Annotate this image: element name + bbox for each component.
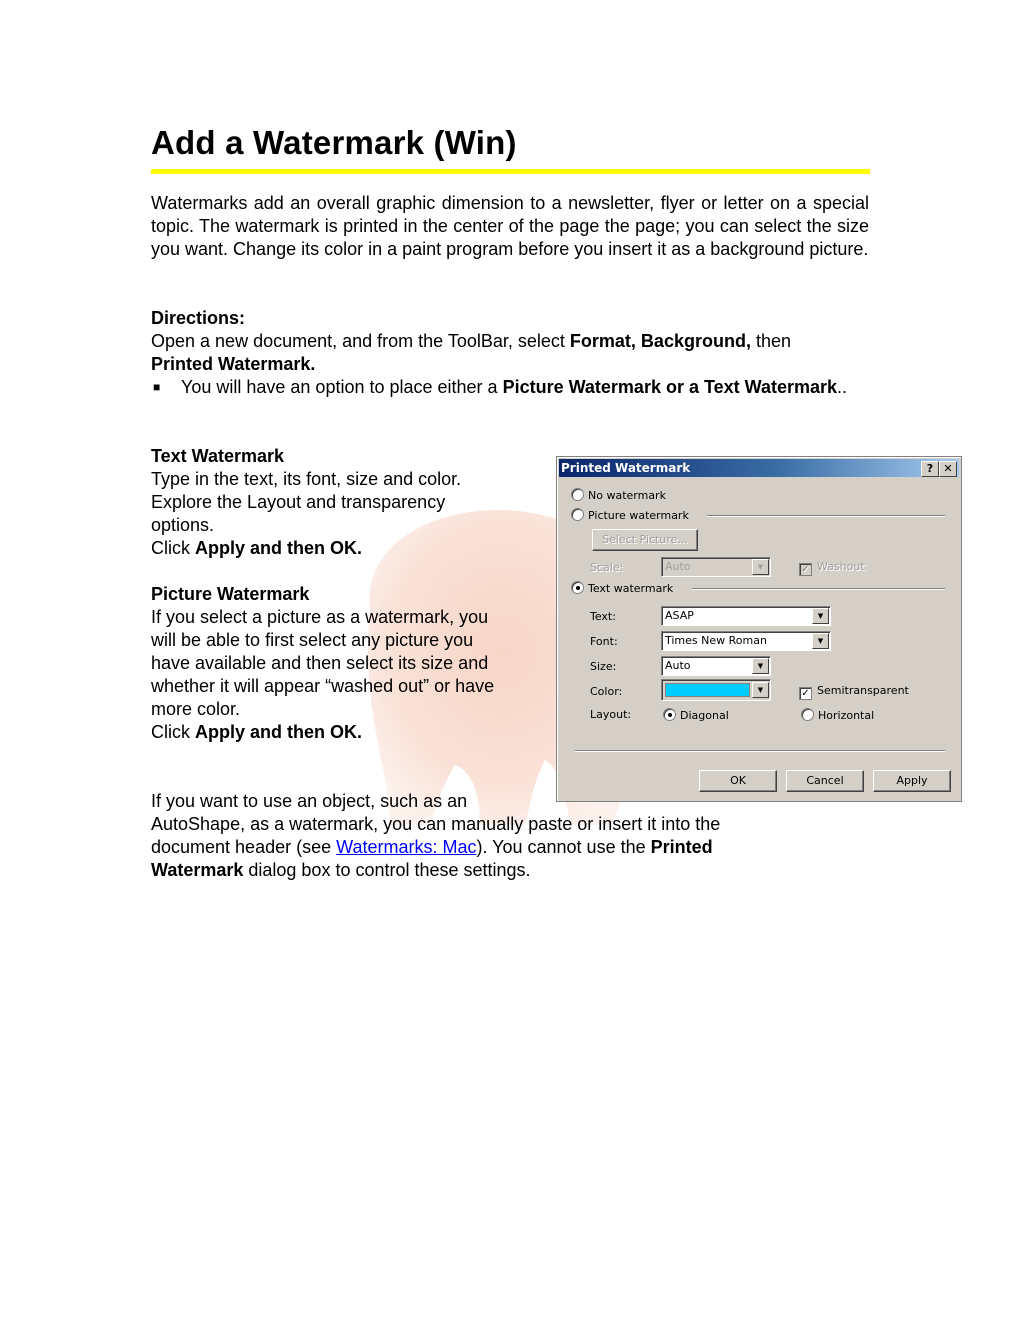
color-swatch [665,683,750,697]
picture-watermark-click-instruction: Click Apply and then OK. [151,721,546,744]
bullet-text-bold: Picture Watermark or a Text Watermark [502,377,838,397]
dropdown-arrow-icon[interactable]: ▼ [752,658,769,674]
object-watermark-note: If you want to use an object, such as an… [151,790,871,882]
picture-watermark-heading: Picture Watermark [151,584,310,604]
text-watermark-section: Text Watermark Type in the text, its fon… [151,445,546,560]
object-note-text: dialog box to control these settings. [243,860,531,880]
color-dropdown[interactable]: ▼ [661,679,771,701]
document-page: Add a Watermark (Win) Watermarks add an … [0,0,1020,1320]
dropdown-arrow-icon[interactable]: ▼ [752,559,769,575]
intro-paragraph: Watermarks add an overall graphic dimens… [151,193,869,259]
text-value: ASAP [665,609,694,622]
title-underline-rule [151,169,870,174]
directions-line-1-text: Open a new document, and from the ToolBa… [151,331,570,351]
help-icon[interactable]: ? [921,461,939,477]
buttons-separator [575,750,945,752]
ok-button[interactable]: OK [699,770,777,792]
picture-watermark-line: will be able to first select any picture… [151,630,474,650]
scale-label: Scale: [590,561,624,574]
dropdown-arrow-icon[interactable]: ▼ [812,633,829,649]
picture-watermark-option[interactable]: Picture watermark [571,508,689,522]
layout-diagonal-option[interactable]: Diagonal [663,708,729,722]
bullet-text: You will have an option to place either … [181,376,871,399]
semitransparent-option[interactable]: ✓ Semitransparent [799,684,909,700]
text-watermark-heading: Text Watermark [151,446,285,466]
picture-watermark-line: have available and then select its size … [151,653,489,673]
directions-text: Open a new document, and from the ToolBa… [151,330,871,376]
bullet-square-icon: ■ [153,380,161,394]
directions-line-1: Open a new document, and from the ToolBa… [151,330,871,353]
color-label: Color: [590,685,623,698]
size-dropdown[interactable]: Auto ▼ [661,656,771,676]
click-bold: Apply and then OK. [195,722,363,742]
cancel-button[interactable]: Cancel [786,770,864,792]
text-section-separator [692,588,945,590]
text-watermark-label: Text watermark [588,582,674,595]
no-watermark-option[interactable]: No watermark [571,488,666,502]
text-dropdown[interactable]: ASAP ▼ [661,606,831,626]
scale-value: Auto [665,560,691,573]
directions-line-2: Printed Watermark. [151,353,871,376]
picture-watermark-line: whether it will appear “washed out” or h… [151,676,495,696]
apply-button[interactable]: Apply [873,770,951,792]
text-watermark-click-instruction: Click Apply and then OK. [151,537,546,560]
text-watermark-line: Explore the Layout and transparency [151,492,446,512]
object-note-text: ). You cannot use the [476,837,651,857]
dropdown-arrow-icon[interactable]: ▼ [812,608,829,624]
object-note-line: Watermark dialog box to control these se… [151,859,871,882]
semitransparent-checkbox[interactable]: ✓ [799,687,812,700]
diagonal-radio[interactable] [663,708,676,721]
font-value: Times New Roman [665,634,767,647]
scale-dropdown[interactable]: Auto ▼ [661,557,771,577]
picture-watermark-line: more color. [151,699,241,719]
horizontal-label: Horizontal [818,709,875,722]
washout-option[interactable]: ✓ Washout [799,560,865,576]
text-watermark-radio[interactable] [571,581,584,594]
select-picture-button[interactable]: Select Picture... [592,529,698,551]
picture-section-separator [707,515,945,517]
washout-label: Washout [817,560,865,573]
text-watermark-option[interactable]: Text watermark [571,581,673,595]
page-title: Add a Watermark (Win) [151,124,517,161]
washout-checkbox[interactable]: ✓ [799,563,812,576]
dropdown-arrow-icon[interactable]: ▼ [752,682,769,698]
bullet-text-prefix: You will have an option to place either … [181,377,503,397]
object-note-bold: Printed [650,837,713,857]
no-watermark-radio[interactable] [571,488,584,501]
no-watermark-label: No watermark [588,489,666,502]
font-label: Font: [590,635,618,648]
object-note-bold: Watermark [151,860,244,880]
printed-watermark-dialog: Printed Watermark ? ✕ No watermark Pictu… [556,456,962,802]
directions-heading: Directions: [151,308,246,328]
text-watermark-line: options. [151,515,215,535]
printed-watermark-menu-item: Printed Watermark. [151,354,316,374]
size-label: Size: [590,660,617,673]
semitransparent-label: Semitransparent [817,684,909,697]
object-note-line: AutoShape, as a watermark, you can manua… [151,814,721,834]
font-dropdown[interactable]: Times New Roman ▼ [661,631,831,651]
horizontal-radio[interactable] [801,708,814,721]
watermarks-mac-link[interactable]: Watermarks: Mac [336,837,476,857]
text-watermark-line: Type in the text, its font, size and col… [151,469,462,489]
dialog-title: Printed Watermark [561,461,691,475]
click-bold: Apply and then OK. [195,538,363,558]
bullet-text-suffix: .. [837,377,848,397]
click-prefix: Click [151,538,195,558]
picture-watermark-section: Picture Watermark If you select a pictur… [151,583,546,744]
layout-horizontal-option[interactable]: Horizontal [801,708,874,722]
directions-line-1-suffix: then [750,331,791,351]
layout-label: Layout: [590,708,632,721]
dialog-titlebar: Printed Watermark ? ✕ [559,459,959,477]
format-background-menu-path: Format, Background, [569,331,751,351]
picture-watermark-label: Picture watermark [588,509,689,522]
diagonal-label: Diagonal [680,709,729,722]
click-prefix: Click [151,722,195,742]
picture-watermark-line: If you select a picture as a watermark, … [151,607,489,627]
picture-watermark-radio[interactable] [571,508,584,521]
object-note-text: document header (see [151,837,337,857]
text-label: Text: [590,610,616,623]
object-note-line: document header (see Watermarks: Mac). Y… [151,836,871,859]
close-icon[interactable]: ✕ [939,461,957,477]
size-value: Auto [665,659,691,672]
